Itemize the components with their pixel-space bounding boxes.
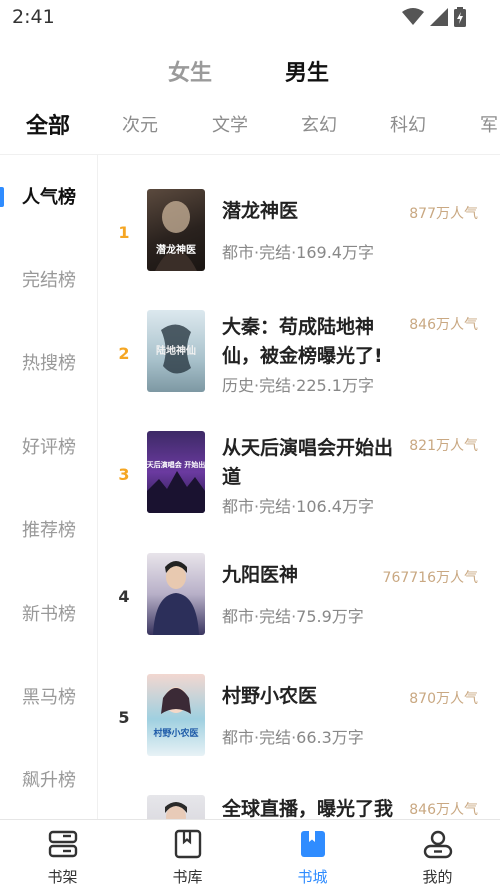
book-list: 1 潜龙神医 潜龙神医 都市·完结·169.4万字 877万人气 2 陆地神仙	[99, 155, 500, 819]
book-meta: 都市·完结·169.4万字	[222, 243, 374, 262]
book-meta: 历史·完结·225.1万字	[222, 376, 374, 395]
tab-female[interactable]: 女生	[168, 55, 212, 87]
cover-title: 村野小农医	[153, 727, 198, 739]
nav-bookshelf[interactable]: 书架	[0, 820, 125, 889]
cover-art: 村野小农医	[153, 687, 199, 739]
category-tab-all[interactable]: 全部	[26, 108, 70, 140]
popularity-count: 846万人气	[409, 317, 478, 333]
sidebar-item-hot-search[interactable]: 热搜榜	[0, 342, 98, 382]
library-icon	[174, 829, 202, 859]
sidebar-item-completed[interactable]: 完结榜	[0, 259, 98, 299]
book-title: 全球直播，曝光了我	[222, 798, 394, 819]
popularity-count: 846万人气	[409, 802, 478, 818]
book-cover: 陆地神仙	[147, 310, 205, 392]
sidebar-item-popular[interactable]: 人气榜	[0, 176, 98, 216]
sidebar-item-new-books[interactable]: 新书榜	[0, 593, 98, 633]
rank-number: 1	[118, 223, 130, 242]
category-tab-ciyuan[interactable]: 次元	[122, 111, 158, 137]
popularity-count: 821万人气	[409, 438, 478, 454]
cover-art: 陆地神仙	[156, 324, 196, 374]
category-tab-military[interactable]: 军	[480, 111, 498, 137]
book-cover: 潜龙神医	[147, 189, 205, 271]
book-meta: 都市·完结·66.3万字	[222, 728, 364, 747]
category-tab-literature[interactable]: 文学	[212, 111, 248, 137]
sidebar-item-recommended[interactable]: 推荐榜	[0, 509, 98, 549]
cover-art	[165, 802, 187, 819]
cover-art: 潜龙神医	[155, 201, 197, 271]
nav-profile[interactable]: 我的	[375, 820, 500, 889]
nav-bookstore[interactable]: 书城	[250, 820, 375, 889]
rank-number: 2	[118, 344, 130, 363]
nav-label: 书城	[297, 868, 328, 886]
book-title: 九阳医神	[222, 564, 299, 586]
cover-title: 潜龙神医	[156, 243, 196, 256]
category-tab-scifi[interactable]: 科幻	[390, 111, 426, 137]
sidebar-item-top-rated[interactable]: 好评榜	[0, 426, 98, 466]
book-item[interactable]: 2 陆地神仙 大秦：苟成陆地神仙，被金榜曝光了! 历史·完结·225.1万字 8…	[99, 310, 500, 410]
battery-icon	[454, 7, 466, 27]
popularity-count: 767716万人气	[382, 570, 478, 586]
book-cover: 村野小农医	[147, 674, 205, 756]
bookstore-icon	[301, 831, 325, 857]
sidebar-item-rising[interactable]: 飙升榜	[0, 759, 98, 799]
status-time: 2:41	[12, 6, 55, 28]
book-meta: 都市·完结·75.9万字	[222, 607, 364, 626]
status-bar: 2:41	[0, 0, 500, 34]
book-title: 大秦：苟成陆地神仙，被金榜曝光了!	[222, 316, 383, 367]
bookshelf-icon	[48, 830, 78, 858]
nav-label: 我的	[422, 868, 453, 886]
profile-icon	[423, 830, 453, 859]
book-cover	[147, 795, 205, 819]
book-item[interactable]: 1 潜龙神医 潜龙神医 都市·完结·169.4万字 877万人气	[99, 189, 500, 289]
cover-art: 从天后演唱会 开始出道	[147, 460, 205, 513]
category-tabs: 全部 次元 文学 玄幻 科幻 军	[0, 108, 500, 140]
cover-title: 陆地神仙	[156, 344, 196, 357]
nav-label: 书库	[172, 868, 203, 886]
book-meta: 都市·完结·106.4万字	[222, 497, 374, 516]
book-cover: 从天后演唱会 开始出道	[147, 431, 205, 513]
signal-icon	[430, 8, 448, 26]
cover-art	[153, 561, 199, 635]
popularity-count: 870万人气	[409, 691, 478, 707]
book-title: 村野小农医	[222, 685, 318, 707]
nav-label: 书架	[47, 868, 78, 886]
app-root: 2:41 女生 男生 全部 次元 文学 玄幻 科幻 军 人气榜 完结榜 热搜榜 …	[0, 0, 500, 889]
category-tab-fantasy[interactable]: 玄幻	[301, 111, 337, 137]
book-cover	[147, 553, 205, 635]
bottom-nav: 书架 书库 书城 我的	[0, 819, 500, 889]
book-item[interactable]: 5 村野小农医 村野小农医 都市·完结·66.3万字 870万人气	[99, 674, 500, 774]
rank-number: 5	[118, 708, 130, 727]
book-item[interactable]: 3 从天后演唱会 开始出道 从天后演唱会开始出道 都市·完结·106.4万字 8…	[99, 431, 500, 531]
rank-number: 4	[118, 587, 130, 606]
cover-title: 从天后演唱会 开始出道	[147, 460, 205, 469]
book-item[interactable]: 全球直播，曝光了我 846万人气	[99, 795, 500, 819]
sidebar-item-dark-horse[interactable]: 黑马榜	[0, 676, 98, 716]
book-title: 从天后演唱会开始出道	[222, 437, 394, 488]
status-icons	[402, 7, 466, 27]
tab-male[interactable]: 男生	[285, 55, 329, 87]
book-item[interactable]: 4 九阳医神 都市·完结·75.9万字 767716万人气	[99, 553, 500, 653]
wifi-icon	[402, 8, 424, 25]
book-title: 潜龙神医	[222, 200, 299, 222]
gender-tabs: 女生 男生	[0, 55, 500, 89]
nav-library[interactable]: 书库	[125, 820, 250, 889]
popularity-count: 877万人气	[409, 206, 478, 222]
rank-number: 3	[118, 465, 130, 484]
rank-sidebar: 人气榜 完结榜 热搜榜 好评榜 推荐榜 新书榜 黑马榜 飙升榜	[0, 155, 98, 819]
